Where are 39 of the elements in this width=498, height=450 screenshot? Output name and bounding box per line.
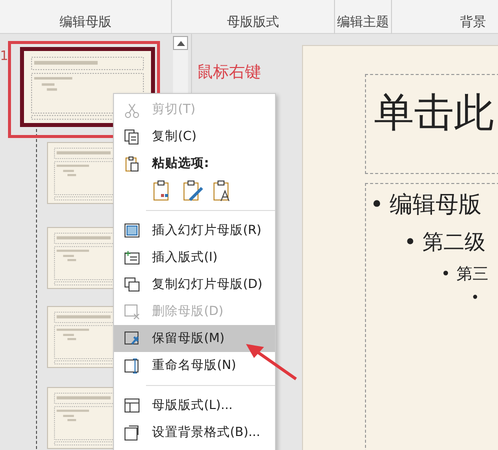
bullet-text: 第二级 (422, 228, 486, 256)
group-label: 母版版式 (227, 14, 279, 32)
paste-merge-format-icon[interactable] (182, 180, 204, 202)
menu-item[interactable]: 插入幻灯片母版(R) (114, 217, 275, 244)
menu-heading: 粘贴选项: (152, 154, 209, 172)
slide-number: 1 (0, 48, 8, 66)
title-placeholder[interactable]: 单击此 (365, 74, 498, 174)
content-placeholder[interactable]: • 编辑母版 • 第二级 • 第三 • (365, 183, 498, 450)
menu-item[interactable]: 重命名母版(N) (114, 352, 275, 379)
delete-master-icon (124, 304, 140, 320)
menu-item[interactable]: 母版版式(L)... (114, 392, 275, 419)
menu-item[interactable]: 插入版式(I) (114, 244, 275, 271)
copy-icon (124, 128, 140, 144)
scissors-icon (124, 102, 140, 118)
bullet-text: 第三 (456, 263, 488, 285)
menu-item[interactable]: 复制(C) (114, 123, 275, 150)
bullet: • (370, 191, 384, 220)
bullet: • (441, 263, 450, 285)
up-arrow-icon (176, 40, 184, 46)
menu-item[interactable]: 复制幻灯片母版(D) (114, 271, 275, 298)
slide-title: 单击此 (374, 90, 494, 136)
group-label: 编辑主题 (337, 14, 389, 32)
bullet-text: 编辑母版 (390, 191, 482, 220)
layout-icon (124, 398, 140, 414)
bullet: • (404, 228, 416, 256)
menu-item[interactable]: 保留母版(M) (114, 325, 275, 352)
duplicate-slide-icon (124, 276, 140, 292)
new-layout-icon (124, 250, 140, 266)
background-format-icon (124, 424, 140, 440)
rename-icon (124, 358, 140, 374)
group-label: 背景 (460, 14, 486, 32)
scroll-up-button[interactable] (173, 36, 188, 50)
bullet: • (471, 289, 480, 308)
annotation-text: 鼠标右键 (197, 61, 261, 83)
clipboard-icon (124, 156, 140, 172)
group-label: 编辑母版 (60, 14, 112, 32)
slide-master-icon (124, 222, 140, 238)
pointer-arrow (244, 342, 298, 382)
menu-item[interactable]: 设置背景格式(B)... (114, 419, 275, 446)
